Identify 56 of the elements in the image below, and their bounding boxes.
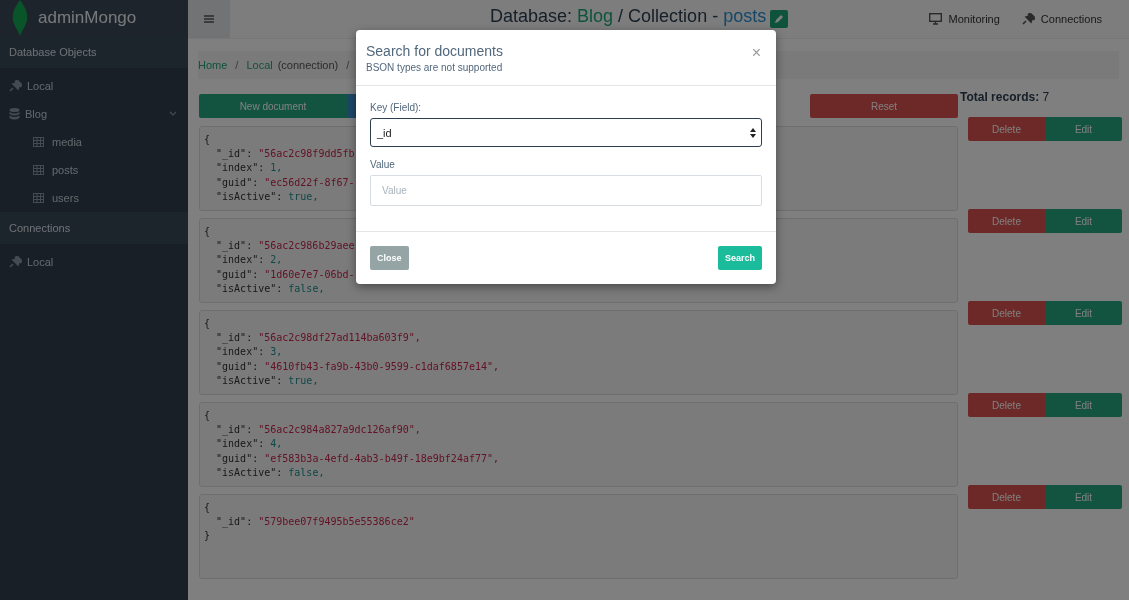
- nav-link[interactable]: Monitoring: [929, 13, 1000, 25]
- breadcrumb-separator: /: [345, 59, 351, 71]
- breadcrumb-link[interactable]: Local: [246, 59, 273, 71]
- sidebar-heading: Connections: [0, 212, 188, 244]
- breadcrumb-note: (connection): [277, 59, 339, 71]
- edit-button[interactable]: Edit: [1045, 117, 1122, 141]
- page-title: Database: Blog / Collection - posts: [490, 5, 767, 27]
- document-json: { "_id": "579bee07f9495b5e55386ce2" }: [199, 494, 958, 579]
- breadcrumb-link[interactable]: Home: [198, 59, 228, 71]
- nav-link[interactable]: Connections: [1021, 13, 1102, 25]
- sidebar-heading: Database Objects: [0, 36, 188, 68]
- delete-button[interactable]: Delete: [968, 301, 1045, 325]
- plug-icon: [1021, 13, 1035, 25]
- leaf-logo-icon: [12, 0, 28, 36]
- key-select[interactable]: _id: [370, 118, 762, 147]
- document-json: { "_id": "56ac2c984a827a9dc126af90", "index": 4, "guid": "ef583b3a-4efd-4ab3-b49f-18e9bf24af77", "isActive": false,: [199, 402, 958, 487]
- app-name: adminMongo: [38, 8, 137, 28]
- breadcrumb-separator: /: [234, 59, 240, 71]
- sidebar-item[interactable]: Blog: [0, 100, 188, 128]
- menu-icon: [204, 15, 214, 23]
- database-icon: [9, 108, 20, 120]
- delete-button[interactable]: Delete: [968, 485, 1045, 509]
- table-icon: [33, 165, 44, 175]
- edit-button[interactable]: Edit: [1045, 301, 1122, 325]
- reset-button[interactable]: Reset: [810, 94, 958, 118]
- edit-name-button[interactable]: [770, 10, 789, 28]
- close-dialog-button[interactable]: Close: [370, 246, 409, 270]
- delete-button[interactable]: Delete: [968, 117, 1045, 141]
- dialog-subtitle: BSON types are not supported: [366, 62, 503, 73]
- delete-button[interactable]: Delete: [968, 209, 1045, 233]
- sidebar-subitem[interactable]: media: [0, 128, 188, 156]
- table-icon: [33, 193, 44, 203]
- sidebar-item[interactable]: Local: [0, 248, 188, 276]
- sidebar-subitem[interactable]: posts: [0, 156, 188, 184]
- document-json: { "_id": "56ac2c98df27ad114ba603f9", "index": 3, "guid": "4610fb43-fa9b-43b0-9599-c1daf6857e14", "isActive": true,: [199, 310, 958, 395]
- table-icon: [33, 137, 44, 147]
- monitor-icon: [929, 13, 943, 25]
- plug-icon: [9, 256, 22, 268]
- close-button[interactable]: ×: [746, 43, 766, 63]
- menu-button[interactable]: [188, 0, 230, 38]
- field-label: Key (Field):: [370, 102, 423, 113]
- edit-button[interactable]: Edit: [1045, 485, 1122, 509]
- delete-button[interactable]: Delete: [968, 393, 1045, 417]
- dialog-title: Search for documents: [366, 43, 503, 59]
- plug-icon: [9, 80, 22, 92]
- sidebar-subitem[interactable]: users: [0, 184, 188, 212]
- field-label: Value: [370, 159, 396, 170]
- total-records: Total records: 7: [960, 90, 1051, 106]
- edit-button[interactable]: Edit: [1045, 209, 1122, 233]
- edit-button[interactable]: Edit: [1045, 393, 1122, 417]
- value-input[interactable]: Value: [370, 175, 762, 206]
- sidebar-item[interactable]: Local: [0, 72, 188, 100]
- search-button[interactable]: Search: [717, 246, 762, 270]
- select-arrows-icon: [750, 127, 756, 138]
- pencil-icon: [774, 14, 785, 24]
- new-document-button[interactable]: New document: [199, 94, 347, 118]
